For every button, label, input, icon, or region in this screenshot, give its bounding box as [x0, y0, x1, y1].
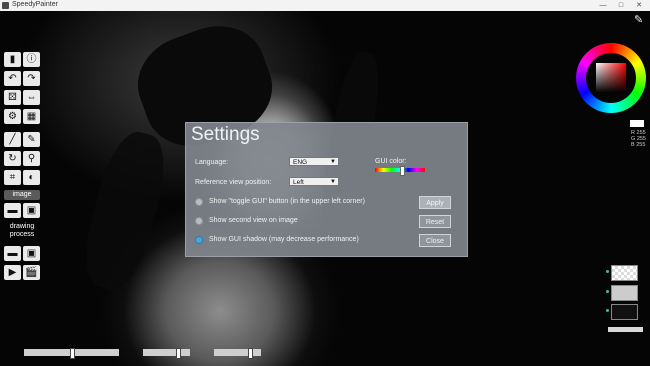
record-video-icon[interactable]: 🎬	[23, 265, 40, 280]
dialog-title: Settings	[191, 124, 260, 145]
pencil-icon[interactable]: ✎	[23, 132, 40, 147]
blue-readout: B 255	[631, 142, 645, 148]
second-view-option-label: Show second view on image	[209, 217, 298, 224]
layer-thumbnail[interactable]	[611, 304, 638, 320]
reference-view-select[interactable]: Left ▼	[289, 177, 339, 186]
gui-shadow-option-label: Show GUI shadow (may decrease performanc…	[209, 236, 359, 243]
second-view-checkbox[interactable]	[195, 217, 203, 225]
brush-hardness-slider[interactable]	[214, 348, 261, 359]
slider-thumb[interactable]	[176, 348, 181, 359]
settings-icon[interactable]: ⚙	[4, 109, 21, 124]
layer-thumbnail[interactable]	[611, 265, 638, 281]
settings-dialog: Settings Language: ENG ▼ GUI color: Refe…	[185, 122, 468, 257]
current-color-swatch	[630, 120, 644, 127]
minimize-button[interactable]: —	[596, 0, 610, 11]
saturation-value-square[interactable]	[596, 63, 626, 93]
brush-icon[interactable]: ╱	[4, 132, 21, 147]
brush-tool-icon[interactable]: ✎	[634, 14, 646, 26]
eyedropper-icon[interactable]: ⚲	[23, 151, 40, 166]
close-window-button[interactable]: ✕	[632, 0, 646, 11]
window-title: SpeedyPainter	[12, 1, 58, 8]
language-select[interactable]: ENG ▼	[289, 157, 339, 166]
info-icon[interactable]: ⓘ	[23, 52, 40, 67]
layer-thumbnail[interactable]	[611, 285, 638, 301]
gui-color-slider-thumb[interactable]	[400, 166, 405, 176]
brush-opacity-slider[interactable]	[143, 348, 190, 359]
open-process-icon[interactable]: ▬	[4, 246, 21, 261]
slider-thumb[interactable]	[70, 348, 75, 359]
save-process-icon[interactable]: ▣	[23, 246, 40, 261]
section-drawing-process-label: drawing process	[9, 223, 35, 238]
save-image-icon[interactable]: ▣	[23, 203, 40, 218]
chevron-down-icon: ▼	[330, 159, 336, 165]
layout-icon[interactable]: ▦	[23, 109, 40, 124]
new-document-icon[interactable]: ▮	[4, 52, 21, 67]
app-icon	[2, 2, 9, 9]
color-wheel[interactable]	[576, 43, 646, 113]
apply-button[interactable]: Apply	[419, 196, 451, 209]
gui-color-label: GUI color:	[375, 158, 407, 165]
crop-icon[interactable]: ⌗	[4, 170, 21, 185]
toggle-gui-checkbox[interactable]	[195, 198, 203, 206]
painting-hair-shape	[75, 125, 175, 297]
close-button[interactable]: Close	[419, 234, 451, 247]
redo-icon[interactable]: ↷	[23, 71, 40, 86]
layer-visibility-indicator[interactable]	[606, 270, 609, 273]
reference-view-label: Reference view position:	[195, 179, 272, 186]
brush-size-slider[interactable]	[24, 348, 119, 359]
layer-opacity-slider[interactable]	[608, 327, 643, 332]
slider-thumb[interactable]	[248, 348, 253, 359]
play-icon[interactable]: ▶	[4, 265, 21, 280]
blue-label: B	[631, 142, 635, 148]
layer-visibility-indicator[interactable]	[606, 309, 609, 312]
chevron-down-icon: ▼	[330, 179, 336, 185]
layer-visibility-indicator[interactable]	[606, 290, 609, 293]
gui-shadow-checkbox[interactable]	[195, 236, 203, 244]
reset-button[interactable]: Reset	[419, 215, 451, 228]
language-label: Language:	[195, 159, 229, 166]
toggle-gui-option-label: Show "toggle GUI" button (in the upper l…	[209, 198, 365, 205]
rotate-icon[interactable]: ↻	[4, 151, 21, 166]
language-value: ENG	[293, 159, 308, 166]
maximize-button[interactable]: □	[614, 0, 628, 11]
blue-value: 255	[636, 142, 646, 148]
open-image-icon[interactable]: ▬	[4, 203, 21, 218]
section-image-label: image	[4, 190, 40, 200]
random-icon[interactable]: ⚄	[4, 90, 21, 105]
resize-icon[interactable]: ⇔	[23, 90, 40, 105]
undo-icon[interactable]: ↶	[4, 71, 21, 86]
contrast-icon[interactable]: ◐	[23, 170, 40, 185]
reference-view-value: Left	[293, 179, 304, 186]
